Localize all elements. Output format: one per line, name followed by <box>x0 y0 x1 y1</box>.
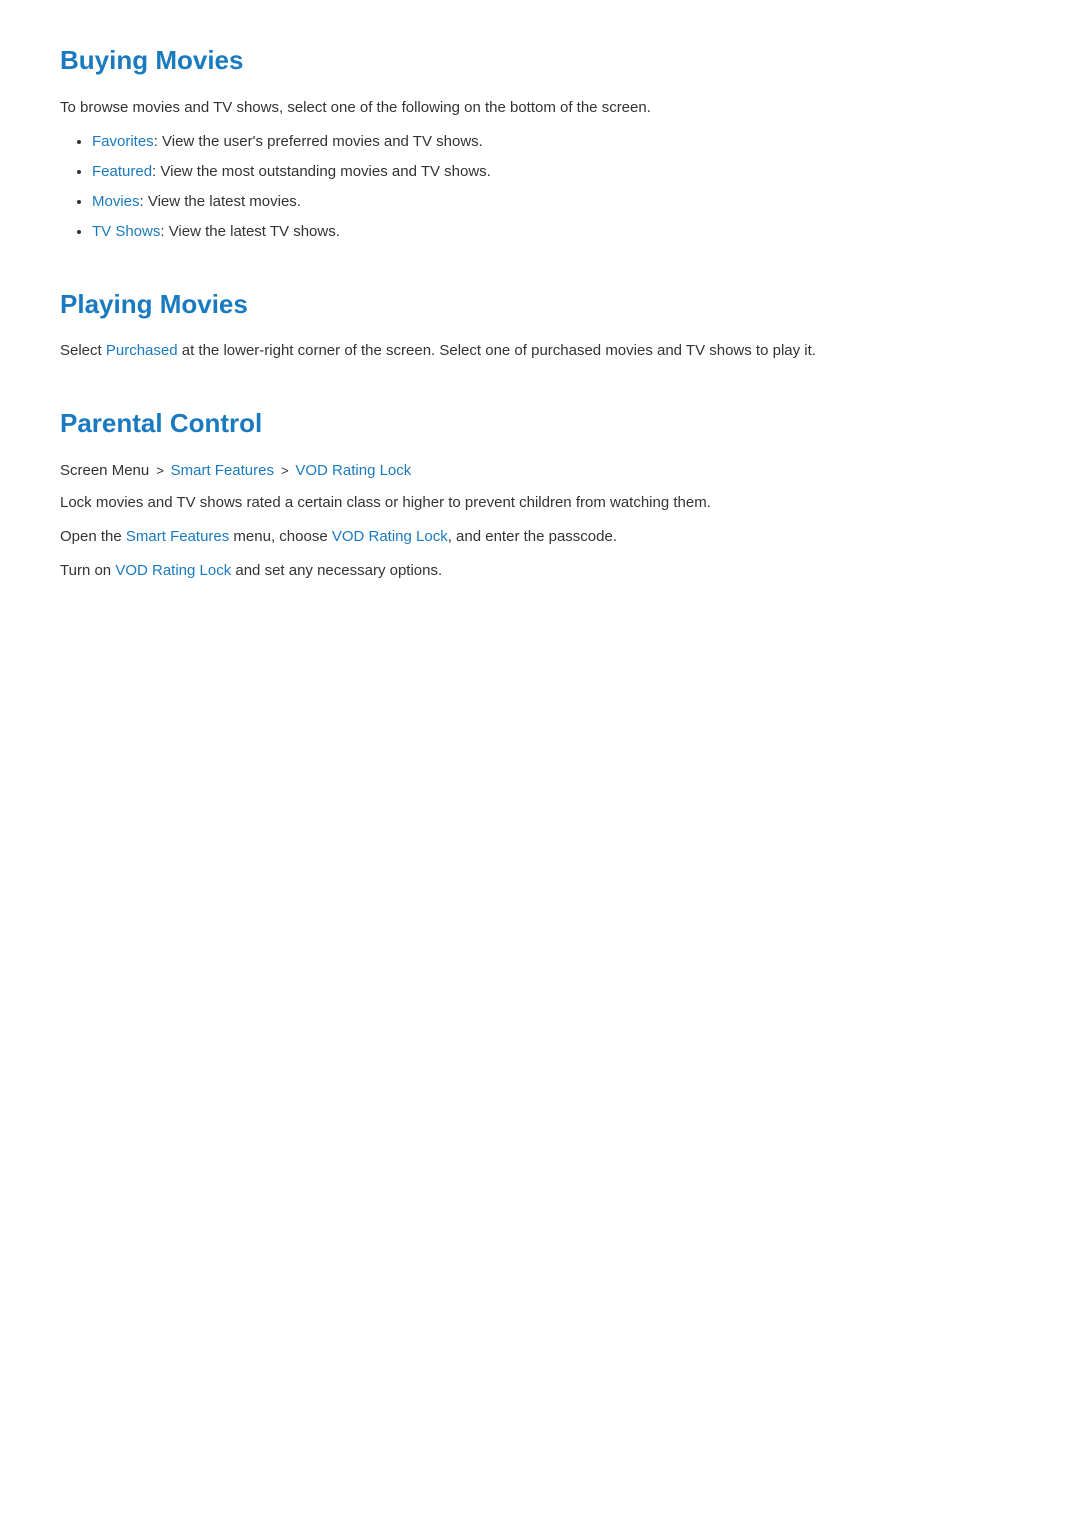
playing-text-after: at the lower-right corner of the screen.… <box>178 342 816 359</box>
favorites-desc: : View the user's preferred movies and T… <box>154 133 483 150</box>
line3-before: Turn on <box>60 562 115 579</box>
line2-after: , and enter the passcode. <box>448 528 617 545</box>
vod-rating-lock-link-line3[interactable]: VOD Rating Lock <box>115 562 231 579</box>
breadcrumb: Screen Menu > Smart Features > VOD Ratin… <box>60 459 1020 483</box>
list-item: Favorites: View the user's preferred mov… <box>92 130 1020 154</box>
buying-movies-section: Buying Movies To browse movies and TV sh… <box>60 40 1020 244</box>
parental-line3: Turn on VOD Rating Lock and set any nece… <box>60 559 1020 583</box>
parental-line2: Open the Smart Features menu, choose VOD… <box>60 525 1020 549</box>
parental-control-section: Parental Control Screen Menu > Smart Fea… <box>60 403 1020 583</box>
buying-movies-intro: To browse movies and TV shows, select on… <box>60 96 1020 120</box>
tv-shows-desc: : View the latest TV shows. <box>160 223 340 240</box>
list-item: Featured: View the most outstanding movi… <box>92 160 1020 184</box>
line2-before: Open the <box>60 528 126 545</box>
list-item: Movies: View the latest movies. <box>92 190 1020 214</box>
playing-movies-section: Playing Movies Select Purchased at the l… <box>60 284 1020 364</box>
tv-shows-link[interactable]: TV Shows <box>92 223 160 240</box>
playing-movies-title: Playing Movies <box>60 284 1020 326</box>
line3-after: and set any necessary options. <box>231 562 442 579</box>
movies-desc: : View the latest movies. <box>140 193 301 210</box>
movies-link[interactable]: Movies <box>92 193 140 210</box>
breadcrumb-prefix: Screen Menu <box>60 462 149 479</box>
featured-desc: : View the most outstanding movies and T… <box>152 163 491 180</box>
featured-link[interactable]: Featured <box>92 163 152 180</box>
chevron-icon-2: > <box>281 463 292 478</box>
parental-line1: Lock movies and TV shows rated a certain… <box>60 491 1020 515</box>
smart-features-link-inline[interactable]: Smart Features <box>126 528 229 545</box>
parental-control-title: Parental Control <box>60 403 1020 445</box>
favorites-link[interactable]: Favorites <box>92 133 154 150</box>
chevron-icon: > <box>156 463 167 478</box>
buying-movies-list: Favorites: View the user's preferred mov… <box>60 130 1020 244</box>
vod-rating-lock-link-inline[interactable]: VOD Rating Lock <box>332 528 448 545</box>
playing-text-before: Select <box>60 342 106 359</box>
buying-movies-title: Buying Movies <box>60 40 1020 82</box>
vod-rating-lock-link-breadcrumb[interactable]: VOD Rating Lock <box>295 462 411 479</box>
smart-features-link-breadcrumb[interactable]: Smart Features <box>171 462 274 479</box>
line2-middle: menu, choose <box>229 528 332 545</box>
purchased-link[interactable]: Purchased <box>106 342 178 359</box>
list-item: TV Shows: View the latest TV shows. <box>92 220 1020 244</box>
playing-movies-text: Select Purchased at the lower-right corn… <box>60 339 1020 363</box>
